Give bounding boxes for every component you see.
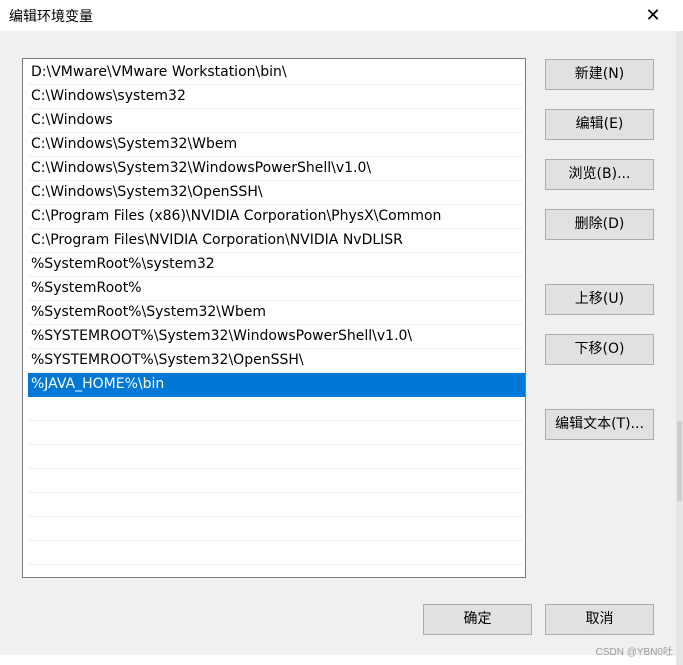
path-list-item[interactable] (28, 397, 525, 421)
path-list-item[interactable]: C:\Windows\system32 (28, 85, 525, 109)
edit-text-button[interactable]: 编辑文本(T)... (545, 409, 654, 440)
move-down-button[interactable]: 下移(O) (545, 334, 654, 365)
path-list-item[interactable]: C:\Program Files\NVIDIA Corporation\NVID… (28, 229, 525, 253)
edit-button[interactable]: 编辑(E) (545, 109, 654, 140)
delete-button[interactable]: 删除(D) (545, 209, 654, 240)
path-list-item[interactable] (28, 517, 525, 541)
move-up-button[interactable]: 上移(U) (545, 284, 654, 315)
path-list-item[interactable]: %SystemRoot% (28, 277, 525, 301)
window-title: 编辑环境变量 (9, 9, 93, 25)
path-list-item[interactable]: %SystemRoot%\System32\Wbem (28, 301, 525, 325)
ok-button[interactable]: 确定 (423, 604, 532, 635)
path-listbox[interactable]: D:\VMware\VMware Workstation\bin\ C:\Wind… (22, 58, 526, 578)
path-list-item[interactable] (28, 445, 525, 469)
background-scrollbar-thumb (677, 421, 682, 501)
path-list-item[interactable] (28, 493, 525, 517)
path-list-item[interactable] (28, 565, 525, 577)
path-list-item[interactable]: %JAVA_HOME%\bin (28, 373, 525, 397)
watermark: CSDN @YBN0吐 (595, 647, 673, 658)
path-list-item[interactable]: C:\Program Files (x86)\NVIDIA Corporatio… (28, 205, 525, 229)
close-icon[interactable]: ✕ (632, 0, 674, 31)
path-list-item[interactable]: C:\Windows\System32\WindowsPowerShell\v1… (28, 157, 525, 181)
path-list-item[interactable]: C:\Windows\System32\OpenSSH\ (28, 181, 525, 205)
background-window-edge (676, 31, 683, 665)
path-list-item[interactable] (28, 469, 525, 493)
path-list-item[interactable]: %SystemRoot%\system32 (28, 253, 525, 277)
path-list-item[interactable]: C:\Windows (28, 109, 525, 133)
bottom-edge (0, 655, 676, 665)
new-button[interactable]: 新建(N) (545, 59, 654, 90)
title-bar: 编辑环境变量 ✕ (0, 0, 683, 31)
path-list-item[interactable]: C:\Windows\System32\Wbem (28, 133, 525, 157)
path-list-item[interactable]: %SYSTEMROOT%\System32\WindowsPowerShell\… (28, 325, 525, 349)
path-list-item[interactable]: D:\VMware\VMware Workstation\bin\ (28, 61, 525, 85)
cancel-button[interactable]: 取消 (545, 604, 654, 635)
path-list-item[interactable]: %SYSTEMROOT%\System32\OpenSSH\ (28, 349, 525, 373)
path-list-item[interactable] (28, 541, 525, 565)
path-list-item[interactable] (28, 421, 525, 445)
browse-button[interactable]: 浏览(B)... (545, 159, 654, 190)
